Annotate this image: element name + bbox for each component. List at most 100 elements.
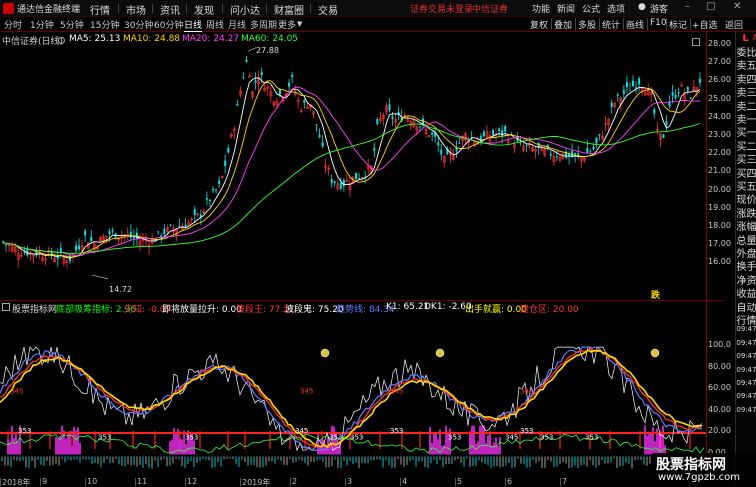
period-15min[interactable]: 15分钟 bbox=[90, 18, 119, 31]
indicator-tick-label: 40.00 bbox=[708, 404, 731, 414]
candle-body bbox=[662, 134, 665, 138]
candle-body bbox=[208, 199, 211, 202]
menu-item-wenxiaoda[interactable]: 问小达 bbox=[222, 2, 260, 17]
menu-item-quotes[interactable]: 行情 bbox=[90, 2, 110, 17]
candle-body bbox=[482, 131, 485, 137]
settings-gear-icon[interactable] bbox=[58, 37, 65, 44]
chart-options-icon[interactable] bbox=[692, 38, 700, 46]
candle-body bbox=[108, 231, 111, 235]
toolbar-divider bbox=[575, 18, 576, 30]
candle-body bbox=[84, 230, 87, 236]
candle-body bbox=[315, 124, 318, 126]
candle-body bbox=[632, 80, 634, 87]
menu-item-discover[interactable]: 发现 bbox=[186, 2, 214, 17]
side-flag-a[interactable]: A bbox=[745, 33, 756, 42]
candle-body bbox=[333, 181, 336, 184]
maximize-icon[interactable]: □ bbox=[706, 1, 715, 12]
menu-item-market[interactable]: 市场 bbox=[118, 2, 146, 17]
candle-body bbox=[321, 142, 324, 147]
toolbar-divider bbox=[623, 18, 624, 30]
menu-function[interactable]: 功能 bbox=[532, 2, 550, 15]
period-5min[interactable]: 5分钟 bbox=[60, 18, 84, 31]
period-monthly[interactable]: 月线 bbox=[228, 18, 246, 31]
price-tick-label: 27.00 bbox=[708, 57, 731, 67]
side-panel-item[interactable]: 09:47 bbox=[736, 325, 756, 333]
candle-body bbox=[610, 102, 613, 107]
date-label: 10 bbox=[87, 477, 98, 486]
period-intraday[interactable]: 分时 bbox=[4, 18, 22, 31]
candle-body bbox=[671, 92, 674, 96]
candle-body bbox=[318, 134, 321, 138]
menu-item-trade[interactable]: 交易 bbox=[310, 2, 338, 17]
date-label: 2018年 bbox=[2, 478, 31, 487]
candle-body bbox=[625, 82, 628, 88]
period-multi[interactable]: 多周期 bbox=[250, 18, 277, 31]
period-30min[interactable]: 30分钟 bbox=[124, 18, 153, 31]
candle-body bbox=[169, 224, 172, 226]
tool-overlay[interactable]: 叠加 bbox=[554, 18, 572, 31]
indicator-title: 股票指标网 bbox=[12, 305, 58, 315]
candle-body bbox=[227, 148, 230, 153]
price-tick-label: 25.00 bbox=[708, 93, 731, 103]
tool-add-watchlist[interactable]: +自选 bbox=[692, 18, 718, 31]
side-panel-item[interactable]: 09:47 bbox=[736, 352, 756, 360]
candlesticks bbox=[2, 55, 701, 269]
candle-body bbox=[519, 142, 522, 144]
indicator-red-label: 345 bbox=[10, 387, 23, 395]
tool-draw[interactable]: 画线 bbox=[626, 18, 644, 31]
indicator-chart[interactable]: 353353 353345353 353353353 345353353 353345 3… bbox=[0, 300, 706, 487]
date-tick bbox=[185, 478, 186, 486]
menu-item-news[interactable]: 资讯 bbox=[152, 2, 180, 17]
guest-label[interactable]: 游客 bbox=[650, 2, 668, 15]
indicator-settings-icon[interactable] bbox=[2, 303, 10, 311]
login-notice[interactable]: 证券交易未登录 bbox=[410, 2, 473, 15]
indicator-mark-label: 345 bbox=[295, 427, 308, 435]
price-tick-label: 23.00 bbox=[708, 130, 731, 139]
broker-name[interactable]: 中信证券 bbox=[472, 2, 508, 15]
indicator-tick-label: 20.00 bbox=[708, 426, 731, 435]
tool-mark[interactable]: 标记 bbox=[669, 18, 687, 31]
side-panel-item[interactable]: 09:47 bbox=[736, 392, 756, 400]
signal-coin-icon bbox=[650, 348, 660, 358]
candle-body bbox=[288, 82, 291, 87]
tool-stats[interactable]: 统计 bbox=[602, 18, 620, 31]
minimize-icon[interactable]: – bbox=[685, 1, 690, 12]
date-tick bbox=[0, 478, 1, 486]
date-label: 5 bbox=[457, 477, 463, 486]
period-1min[interactable]: 1分钟 bbox=[30, 18, 54, 31]
period-60min[interactable]: 60分钟 bbox=[154, 18, 183, 31]
tool-back[interactable]: 返回 bbox=[725, 18, 743, 31]
watermark-url: www.7gpzb.com bbox=[658, 472, 740, 483]
menu-item-wealth-circle[interactable]: 财富圈 bbox=[266, 2, 304, 17]
menu-formula[interactable]: 公式 bbox=[582, 2, 600, 15]
candle-body bbox=[373, 147, 376, 151]
candle-body bbox=[616, 94, 619, 96]
tool-adjust[interactable]: 复权 bbox=[530, 18, 548, 31]
date-tick bbox=[240, 478, 241, 486]
menu-options[interactable]: 选项 bbox=[607, 2, 625, 15]
close-icon[interactable]: ✕ bbox=[733, 1, 741, 12]
side-panel-item[interactable]: 09:47 bbox=[736, 406, 756, 414]
date-label: 3 bbox=[347, 477, 353, 486]
user-icon[interactable]: ● bbox=[638, 2, 646, 12]
side-panel-item[interactable]: 09:47 bbox=[736, 379, 756, 387]
indicator-mark-label: 353 bbox=[520, 427, 533, 435]
period-weekly[interactable]: 周线 bbox=[206, 18, 224, 31]
candle-body bbox=[525, 144, 528, 146]
side-panel-item[interactable]: 09:47 bbox=[736, 366, 756, 374]
more-chevron-icon[interactable]: ▼ bbox=[297, 20, 302, 28]
price-chart[interactable] bbox=[0, 32, 706, 300]
side-panel-item[interactable]: 09:47 bbox=[736, 339, 756, 347]
indicator-red-label: 345 bbox=[390, 387, 403, 395]
period-daily[interactable]: 日线 bbox=[184, 18, 203, 32]
candle-body bbox=[665, 121, 668, 125]
tool-f10[interactable]: F10 bbox=[650, 18, 667, 28]
candle-body bbox=[689, 97, 692, 99]
period-more[interactable]: 更多 bbox=[278, 18, 296, 31]
side-panel: L A 委比 卖五 卖四 卖三 卖二 卖一 买一 买二 买三 买四 买五 现价 涨跌 涨幅 总量 外盘 换手 净资… bbox=[735, 32, 756, 487]
tool-multi-stock[interactable]: 多股 bbox=[578, 18, 596, 31]
indicator-mark-label: 353 bbox=[448, 434, 461, 442]
menu-headlines[interactable]: 新闻 bbox=[557, 2, 575, 15]
candle-body bbox=[440, 149, 443, 155]
candle-body bbox=[236, 104, 239, 106]
